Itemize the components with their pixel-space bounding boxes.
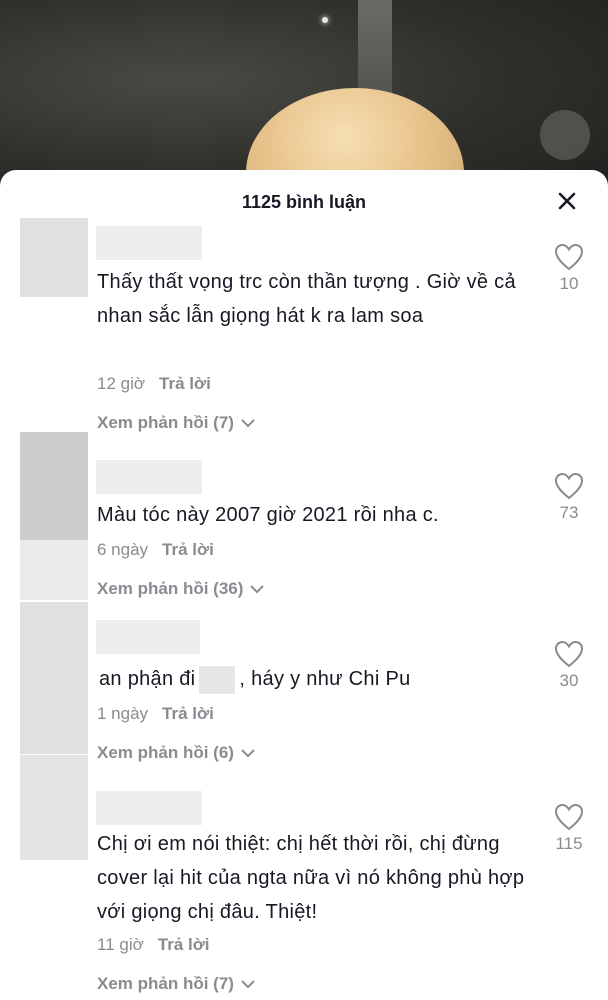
chevron-down-icon [250, 585, 265, 594]
close-icon [558, 192, 576, 210]
chevron-down-icon [241, 419, 255, 428]
comment-time: 6 ngày [97, 540, 149, 559]
comment-time: 11 giờ [97, 935, 144, 954]
comment-meta: 6 ngày Trả lời [97, 540, 214, 560]
like-count: 115 [555, 834, 583, 853]
heart-icon [554, 472, 584, 500]
comment-meta: 12 giờ Trả lời [97, 374, 211, 394]
reply-button[interactable]: Trả lời [159, 374, 211, 394]
chevron-down-icon [241, 980, 255, 989]
heart-icon [554, 803, 584, 831]
like-count: 73 [559, 503, 579, 522]
redacted-name [199, 665, 236, 694]
comment-text: Chị ơi em nói thiệt: chị hết thời rồi, c… [97, 833, 525, 923]
username-redacted[interactable] [96, 620, 200, 654]
avatar[interactable] [20, 218, 88, 297]
like-count: 10 [559, 274, 579, 293]
comment-time: 1 ngày [97, 704, 149, 723]
background-object [540, 110, 590, 160]
heart-icon [554, 243, 584, 271]
view-replies-button[interactable]: Xem phản hồi (36) [97, 579, 265, 599]
view-replies-button[interactable]: Xem phản hồi (7) [97, 413, 256, 433]
reply-button[interactable]: Trả lời [162, 540, 214, 560]
like-count: 30 [559, 671, 579, 690]
close-button[interactable] [552, 186, 582, 216]
comment-count-title: 1125 bình luận [241, 191, 367, 212]
comment-text-part: , háy y như Chi Pu [239, 668, 411, 690]
comment-text: Thấy thất vọng trc còn thần tượng . Giờ … [97, 271, 516, 327]
view-replies-button[interactable]: Xem phản hồi (7) [97, 974, 256, 994]
view-replies-label: Xem phản hồi (36) [97, 579, 244, 598]
comment-text: an phận đi , háy y như Chi Pu [99, 662, 529, 696]
comment-item: Màu tóc này 2007 giờ 2021 rồi nha c. 6 n… [0, 432, 608, 602]
username-redacted[interactable] [96, 791, 202, 825]
comment-text: Màu tóc này 2007 giờ 2021 rồi nha c. [97, 504, 439, 526]
comment-time: 12 giờ [97, 374, 146, 393]
avatar[interactable] [20, 755, 88, 860]
comment-meta: 1 ngày Trả lời [97, 704, 214, 724]
background-pillar [358, 0, 392, 95]
reply-button[interactable]: Trả lời [158, 935, 210, 955]
comment-item: Thấy thất vọng trc còn thần tượng . Giờ … [0, 218, 608, 433]
like-button[interactable]: 10 [550, 243, 588, 294]
reply-button[interactable]: Trả lời [162, 704, 214, 724]
comments-sheet: 1125 bình luận Thấy thất vọng trc còn th… [0, 170, 608, 1000]
like-button[interactable]: 115 [550, 803, 588, 854]
view-replies-label: Xem phản hồi (7) [97, 974, 234, 993]
comment-item: an phận đi , háy y như Chi Pu 1 ngày Trả … [0, 540, 608, 777]
avatar[interactable] [20, 540, 88, 600]
username-redacted[interactable] [96, 226, 202, 260]
comment-meta: 11 giờ Trả lời [97, 935, 210, 955]
view-replies-label: Xem phản hồi (7) [97, 413, 234, 432]
comment-item: Chị ơi em nói thiệt: chị hết thời rồi, c… [0, 755, 608, 1000]
like-button[interactable]: 30 [550, 640, 588, 691]
heart-icon [554, 640, 584, 668]
avatar[interactable] [20, 432, 88, 540]
background-light [322, 17, 328, 23]
avatar[interactable] [20, 602, 88, 754]
comment-text-part: an phận đi [99, 668, 196, 690]
like-button[interactable]: 73 [550, 472, 588, 523]
username-redacted[interactable] [96, 460, 202, 494]
